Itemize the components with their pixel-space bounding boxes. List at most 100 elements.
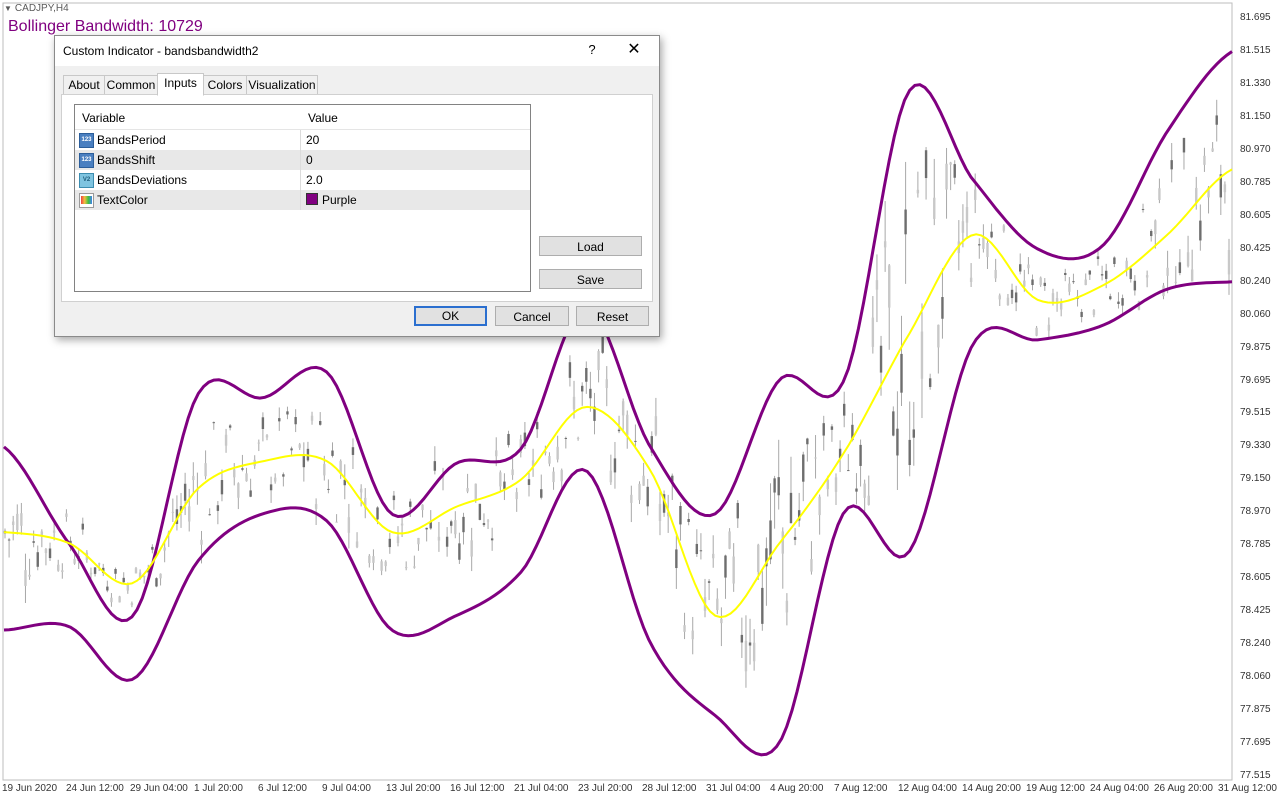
dialog-title-bar[interactable]: Custom Indicator - bandsbandwidth2 ? ✕ (55, 36, 659, 66)
candle-body (97, 563, 101, 565)
candle-body (687, 518, 690, 522)
help-icon[interactable]: ? (585, 40, 599, 60)
candle-body (1174, 281, 1177, 283)
candle-body (1035, 327, 1038, 336)
candle-body (499, 472, 502, 487)
candle-body (847, 470, 850, 472)
candle-body (1096, 256, 1100, 260)
candle-body (1064, 272, 1067, 275)
candle-body (319, 421, 322, 425)
candle-body (736, 502, 739, 519)
price-axis-label: 80.425 (1240, 242, 1271, 254)
candle-body (110, 597, 113, 603)
candle-body (638, 483, 641, 501)
price-axis-label: 81.150 (1240, 110, 1271, 122)
candle-body (1068, 283, 1071, 292)
input-row-bandsshift[interactable]: 123 BandsShift 0 (75, 150, 530, 170)
candle-body (61, 570, 64, 573)
price-axis-label: 80.785 (1240, 176, 1271, 188)
tab-visualization[interactable]: Visualization (246, 75, 318, 95)
candle-body (949, 162, 952, 165)
candle-body (1129, 268, 1132, 280)
candle-body (630, 494, 633, 503)
candle-body (716, 598, 719, 611)
candle-body (93, 567, 97, 574)
candle-body (368, 555, 371, 563)
candle-body (265, 435, 269, 438)
candle-body (1141, 209, 1145, 211)
candle-body (454, 520, 457, 535)
tab-inputs[interactable]: Inputs (157, 73, 204, 96)
price-axis-label: 80.240 (1240, 275, 1271, 287)
ok-button[interactable]: OK (414, 306, 487, 326)
close-icon[interactable]: ✕ (623, 40, 645, 60)
variable-value[interactable]: 2.0 (306, 173, 323, 187)
candle-body (757, 544, 760, 572)
candle-body (163, 547, 166, 551)
candle-body (928, 378, 932, 387)
candle-body (822, 423, 825, 436)
input-row-textcolor[interactable]: TextColor Purple (75, 190, 530, 210)
candle-body (351, 447, 355, 455)
candle-body (1133, 280, 1137, 291)
price-axis-label: 80.605 (1240, 209, 1271, 221)
custom-indicator-dialog: Custom Indicator - bandsbandwidth2 ? ✕ A… (54, 35, 660, 337)
candle-body (1121, 298, 1124, 306)
candle-body (7, 539, 11, 541)
candle-body (724, 555, 727, 578)
candle-body (327, 488, 330, 490)
candle-body (106, 586, 109, 591)
candle-body (1014, 292, 1018, 303)
candle-body (912, 429, 915, 438)
candle-body (699, 550, 703, 552)
candle-body (1080, 311, 1083, 318)
candle-body (683, 625, 686, 632)
candle-body (695, 543, 699, 555)
variable-value[interactable]: 0 (306, 153, 313, 167)
tab-about[interactable]: About (63, 75, 105, 95)
cancel-button[interactable]: Cancel (495, 306, 569, 326)
candle-body (355, 541, 359, 548)
reset-button[interactable]: Reset (576, 306, 649, 326)
candle-body (752, 642, 756, 662)
candle-body (417, 537, 420, 545)
candle-body (331, 450, 334, 456)
column-divider (300, 190, 301, 210)
input-row-bandsdeviations[interactable]: V2 BandsDeviations 2.0 (75, 170, 530, 190)
candle-body (458, 543, 461, 560)
inputs-panel: Variable Value 123 BandsPeriod 20 123 Ba… (61, 94, 653, 302)
candle-body (883, 241, 887, 248)
input-row-bandsperiod[interactable]: 123 BandsPeriod 20 (75, 130, 530, 150)
header-variable[interactable]: Variable (82, 111, 125, 125)
candle-body (1100, 274, 1104, 276)
variable-value[interactable]: 20 (306, 133, 319, 147)
candle-body (237, 483, 240, 498)
candle-body (568, 362, 572, 378)
candle-body (192, 476, 195, 481)
candle-body (52, 530, 56, 533)
candle-body (576, 437, 580, 439)
tab-common[interactable]: Common (104, 75, 158, 95)
candle-body (65, 513, 68, 517)
load-button[interactable]: Load (539, 236, 642, 256)
header-value[interactable]: Value (308, 111, 338, 125)
candle-body (826, 479, 830, 490)
candle-body (126, 584, 130, 591)
candle-body (1023, 280, 1026, 287)
candle-body (1203, 155, 1206, 165)
candle-body (20, 513, 23, 526)
tab-colors[interactable]: Colors (203, 75, 247, 95)
candle-body (294, 417, 297, 425)
candle-body (482, 523, 486, 526)
column-divider (300, 170, 301, 190)
save-button[interactable]: Save (539, 269, 642, 289)
candle-body (982, 237, 985, 249)
candle-body (785, 600, 789, 613)
variable-value[interactable]: Purple (306, 193, 357, 207)
candle-body (233, 469, 236, 478)
candle-body (245, 473, 248, 482)
candle-body (404, 567, 408, 569)
price-axis-label: 79.695 (1240, 374, 1271, 386)
candle-body (654, 416, 658, 435)
collapse-triangle-icon[interactable]: ▼ (4, 4, 12, 13)
